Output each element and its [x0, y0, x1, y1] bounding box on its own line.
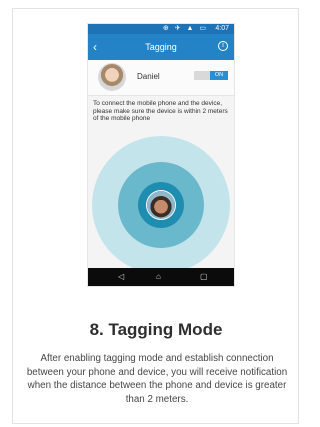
info-icon[interactable]: i [218, 41, 228, 51]
user-row: Daniel ON [88, 60, 234, 96]
nav-home-icon[interactable]: ⌂ [156, 268, 161, 286]
status-bar: ⊕ ✈ ▲ ▭ 4:07 [88, 24, 234, 34]
status-time: 4:07 [215, 25, 229, 32]
contact-photo [147, 191, 175, 219]
avatar [99, 64, 125, 90]
app-title: Tagging [145, 42, 177, 52]
toggle-on-label: ON [210, 71, 228, 80]
nav-back-icon[interactable]: ◁ [118, 268, 124, 286]
status-icons: ⊕ ✈ ▲ ▭ [162, 25, 208, 32]
feature-title: 8. Tagging Mode [89, 320, 223, 339]
user-name: Daniel [137, 72, 160, 81]
android-nav-bar: ◁ ⌂ ▢ [88, 268, 234, 286]
instruction-text: To connect the mobile phone and the devi… [93, 100, 228, 122]
tagging-toggle[interactable]: ON [194, 71, 228, 80]
app-bar: ‹ Tagging i [88, 34, 234, 60]
feature-description: After enabling tagging mode and establis… [26, 353, 288, 405]
phone-screenshot: ⊕ ✈ ▲ ▭ 4:07 ‹ Tagging i Daniel ON To co… [88, 24, 234, 286]
radar-graphic [88, 124, 234, 274]
nav-recent-icon[interactable]: ▢ [200, 268, 208, 286]
